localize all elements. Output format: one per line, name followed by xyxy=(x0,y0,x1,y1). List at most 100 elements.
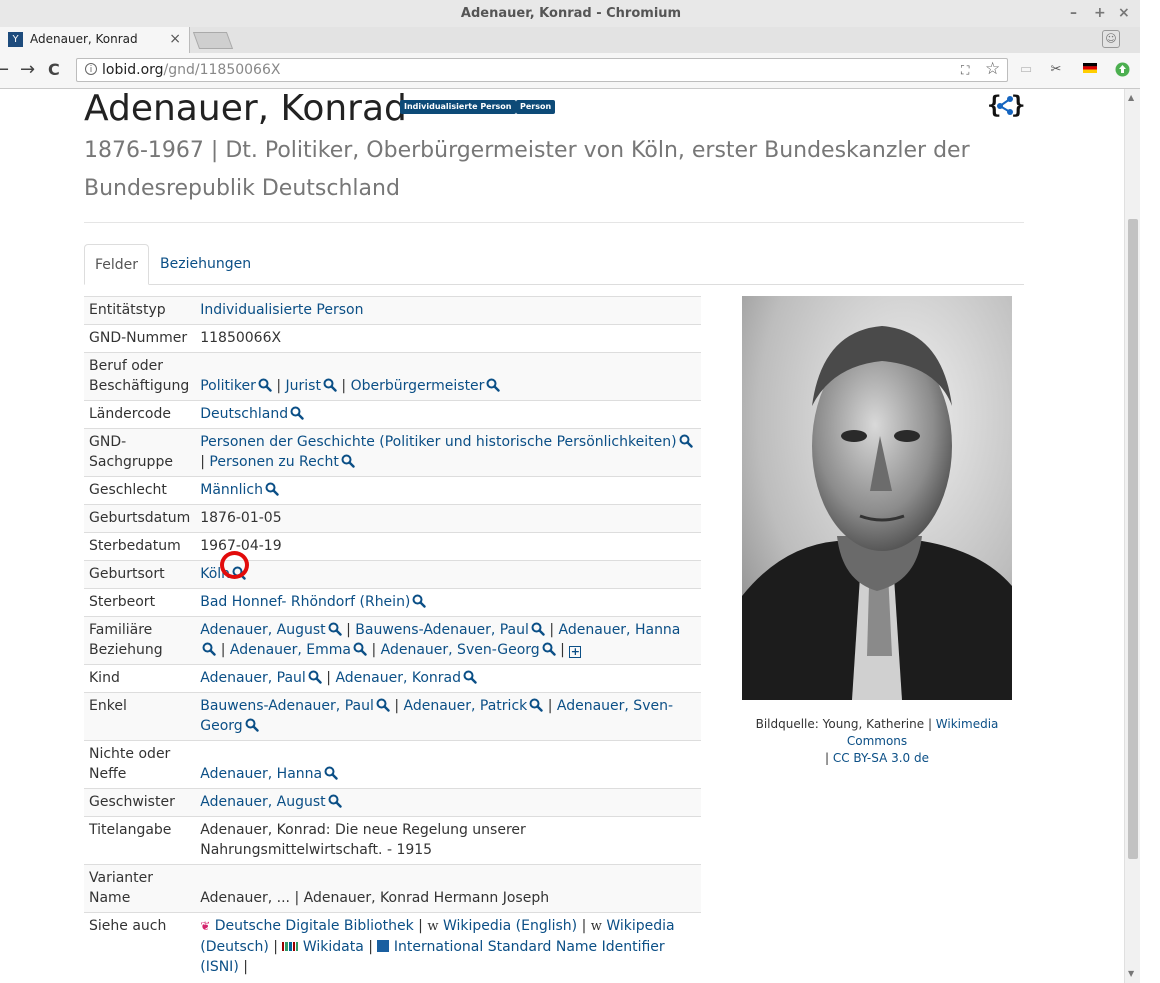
sterbeort-link[interactable]: Bad Honnef- Rhöndorf (Rhein) xyxy=(200,594,410,610)
address-bar[interactable]: i lobid.org/gnd/11850066X ⛶ ☆ xyxy=(76,58,1008,82)
page-scrollbar[interactable]: ▲ ▼ xyxy=(1124,89,1140,983)
caption-source: Bildquelle: Young, Katherine xyxy=(755,717,925,731)
enkel-link[interactable]: Adenauer, Patrick xyxy=(403,698,527,714)
translate-icon[interactable]: ⛶ xyxy=(961,59,969,81)
field-value: Adenauer, Hanna xyxy=(195,740,701,789)
new-tab-button[interactable] xyxy=(192,32,234,49)
profile-icon[interactable]: ☺ xyxy=(1102,30,1120,48)
expand-plus-icon[interactable]: + xyxy=(569,646,582,658)
wikidata-link[interactable]: Wikidata xyxy=(303,939,364,955)
info-icon[interactable]: i xyxy=(85,63,97,75)
search-icon[interactable] xyxy=(323,378,337,392)
nichte-link[interactable]: Adenauer, Hanna xyxy=(200,766,322,782)
german-flag-icon[interactable] xyxy=(1082,62,1098,78)
search-icon[interactable] xyxy=(529,698,543,712)
lobid-favicon-icon: Y xyxy=(8,32,23,47)
isni-icon xyxy=(377,940,390,952)
page-content: Adenauer, Konrad Individualisierte Perso… xyxy=(0,89,1124,983)
update-icon[interactable] xyxy=(1114,62,1130,78)
browser-toolbar: ← → C i lobid.org/gnd/11850066X ⛶ ☆ ▭ ✂ xyxy=(0,53,1142,89)
sachgruppe-link[interactable]: Personen der Geschichte (Politiker und h… xyxy=(200,434,676,450)
search-icon[interactable] xyxy=(324,766,338,780)
field-value: Bauwens-Adenauer, Paul | Adenauer, Patri… xyxy=(195,692,701,741)
search-icon[interactable] xyxy=(202,642,216,656)
isni-link[interactable]: International Standard Name Identifier (… xyxy=(200,939,664,975)
tab-felder[interactable]: Felder xyxy=(84,244,150,285)
ddb-link[interactable]: Deutsche Digitale Bibliothek xyxy=(215,918,414,934)
window-titlebar: Adenauer, Konrad - Chromium – + × xyxy=(0,0,1142,27)
star-icon[interactable]: ☆ xyxy=(985,58,1000,80)
search-icon[interactable] xyxy=(245,718,259,732)
familiaere-link[interactable]: Adenauer, Emma xyxy=(230,642,351,658)
search-icon[interactable] xyxy=(542,642,556,656)
field-label: Geburtsort xyxy=(84,560,196,589)
highlight-circle xyxy=(220,551,249,579)
search-icon[interactable] xyxy=(412,594,427,608)
page-title: Adenauer, Konrad xyxy=(84,89,407,129)
table-row: Sterbedatum 1967-04-19 xyxy=(84,532,701,561)
field-value: ❦ Deutsche Digitale Bibliothek | w Wikip… xyxy=(195,912,701,983)
kind-link[interactable]: Adenauer, Konrad xyxy=(335,670,461,686)
search-icon[interactable] xyxy=(265,482,279,496)
json-ld-icon[interactable]: { } xyxy=(986,91,1025,119)
beruf-link[interactable]: Jurist xyxy=(286,378,321,394)
entitaetstyp-link[interactable]: Individualisierte Person xyxy=(200,302,363,318)
familiaere-link[interactable]: Adenauer, August xyxy=(200,622,325,638)
beruf-link[interactable]: Oberbürgermeister xyxy=(351,378,485,394)
search-icon[interactable] xyxy=(531,622,545,636)
search-icon[interactable] xyxy=(328,794,342,808)
scroll-up-icon[interactable]: ▲ xyxy=(1128,93,1134,102)
geschwister-link[interactable]: Adenauer, August xyxy=(200,794,325,810)
tab-close-icon[interactable]: × xyxy=(169,31,181,47)
table-row: Sterbeort Bad Honnef- Rhöndorf (Rhein) xyxy=(84,588,701,617)
minimize-button[interactable]: – xyxy=(1070,0,1077,27)
search-icon[interactable] xyxy=(308,670,322,684)
familiaere-link[interactable]: Bauwens-Adenauer, Paul xyxy=(355,622,529,638)
license-link[interactable]: CC BY-SA 3.0 de xyxy=(833,751,929,765)
search-icon[interactable] xyxy=(341,454,355,468)
familiaere-link[interactable]: Adenauer, Hanna xyxy=(559,622,681,638)
enkel-link[interactable]: Bauwens-Adenauer, Paul xyxy=(200,698,374,714)
search-icon[interactable] xyxy=(376,698,390,712)
scroll-down-icon[interactable]: ▼ xyxy=(1128,969,1134,978)
table-row: Geschwister Adenauer, August xyxy=(84,788,701,817)
forward-button[interactable]: → xyxy=(20,60,35,80)
tools-icon[interactable]: ✂ xyxy=(1048,62,1064,78)
search-icon[interactable] xyxy=(486,378,501,392)
scrollbar-thumb[interactable] xyxy=(1128,219,1138,859)
search-icon[interactable] xyxy=(328,622,342,636)
table-row: Kind Adenauer, Paul | Adenauer, Konrad xyxy=(84,664,701,693)
url-text[interactable]: lobid.org/gnd/11850066X xyxy=(102,59,280,81)
beruf-link[interactable]: Politiker xyxy=(200,378,256,394)
kind-link[interactable]: Adenauer, Paul xyxy=(200,670,306,686)
table-row: Familiäre Beziehung Adenauer, August | B… xyxy=(84,616,701,665)
reload-button[interactable]: C xyxy=(48,60,60,80)
back-button[interactable]: ← xyxy=(0,60,9,80)
badge-individualisierte-person: Individualisierte Person xyxy=(400,100,516,114)
svg-text:}: } xyxy=(1011,91,1024,119)
search-icon[interactable] xyxy=(258,378,272,392)
sachgruppe-link[interactable]: Personen zu Recht xyxy=(209,454,338,470)
tab-beziehungen[interactable]: Beziehungen xyxy=(150,244,261,285)
cast-icon[interactable]: ▭ xyxy=(1018,62,1034,78)
table-row: GND-Sachgruppe Personen der Geschichte (… xyxy=(84,428,701,477)
search-icon[interactable] xyxy=(463,670,477,684)
table-row: Nichte oder Neffe Adenauer, Hanna xyxy=(84,740,701,789)
field-label: Beruf oder Beschäftigung xyxy=(84,352,196,401)
close-window-button[interactable]: × xyxy=(1118,0,1130,27)
familiaere-link[interactable]: Adenauer, Sven-Georg xyxy=(381,642,540,658)
field-label: Nichte oder Neffe xyxy=(84,740,196,789)
geschlecht-link[interactable]: Männlich xyxy=(200,482,263,498)
search-icon[interactable] xyxy=(353,642,367,656)
field-value: Adenauer, Paul | Adenauer, Konrad xyxy=(195,664,701,693)
laendercode-link[interactable]: Deutschland xyxy=(200,406,288,422)
search-icon[interactable] xyxy=(679,434,693,448)
field-value: Politiker | Jurist | Oberbürgermeister xyxy=(195,352,701,401)
browser-tab[interactable]: Y Adenauer, Konrad × xyxy=(0,27,190,53)
sterbedatum-value: 1967-04-19 xyxy=(195,532,701,561)
ddb-icon: ❦ xyxy=(200,919,211,933)
search-icon[interactable] xyxy=(290,406,304,420)
wikipedia-en-link[interactable]: Wikipedia (English) xyxy=(443,918,577,934)
maximize-button[interactable]: + xyxy=(1094,0,1106,27)
wikipedia-icon: w xyxy=(590,919,602,934)
